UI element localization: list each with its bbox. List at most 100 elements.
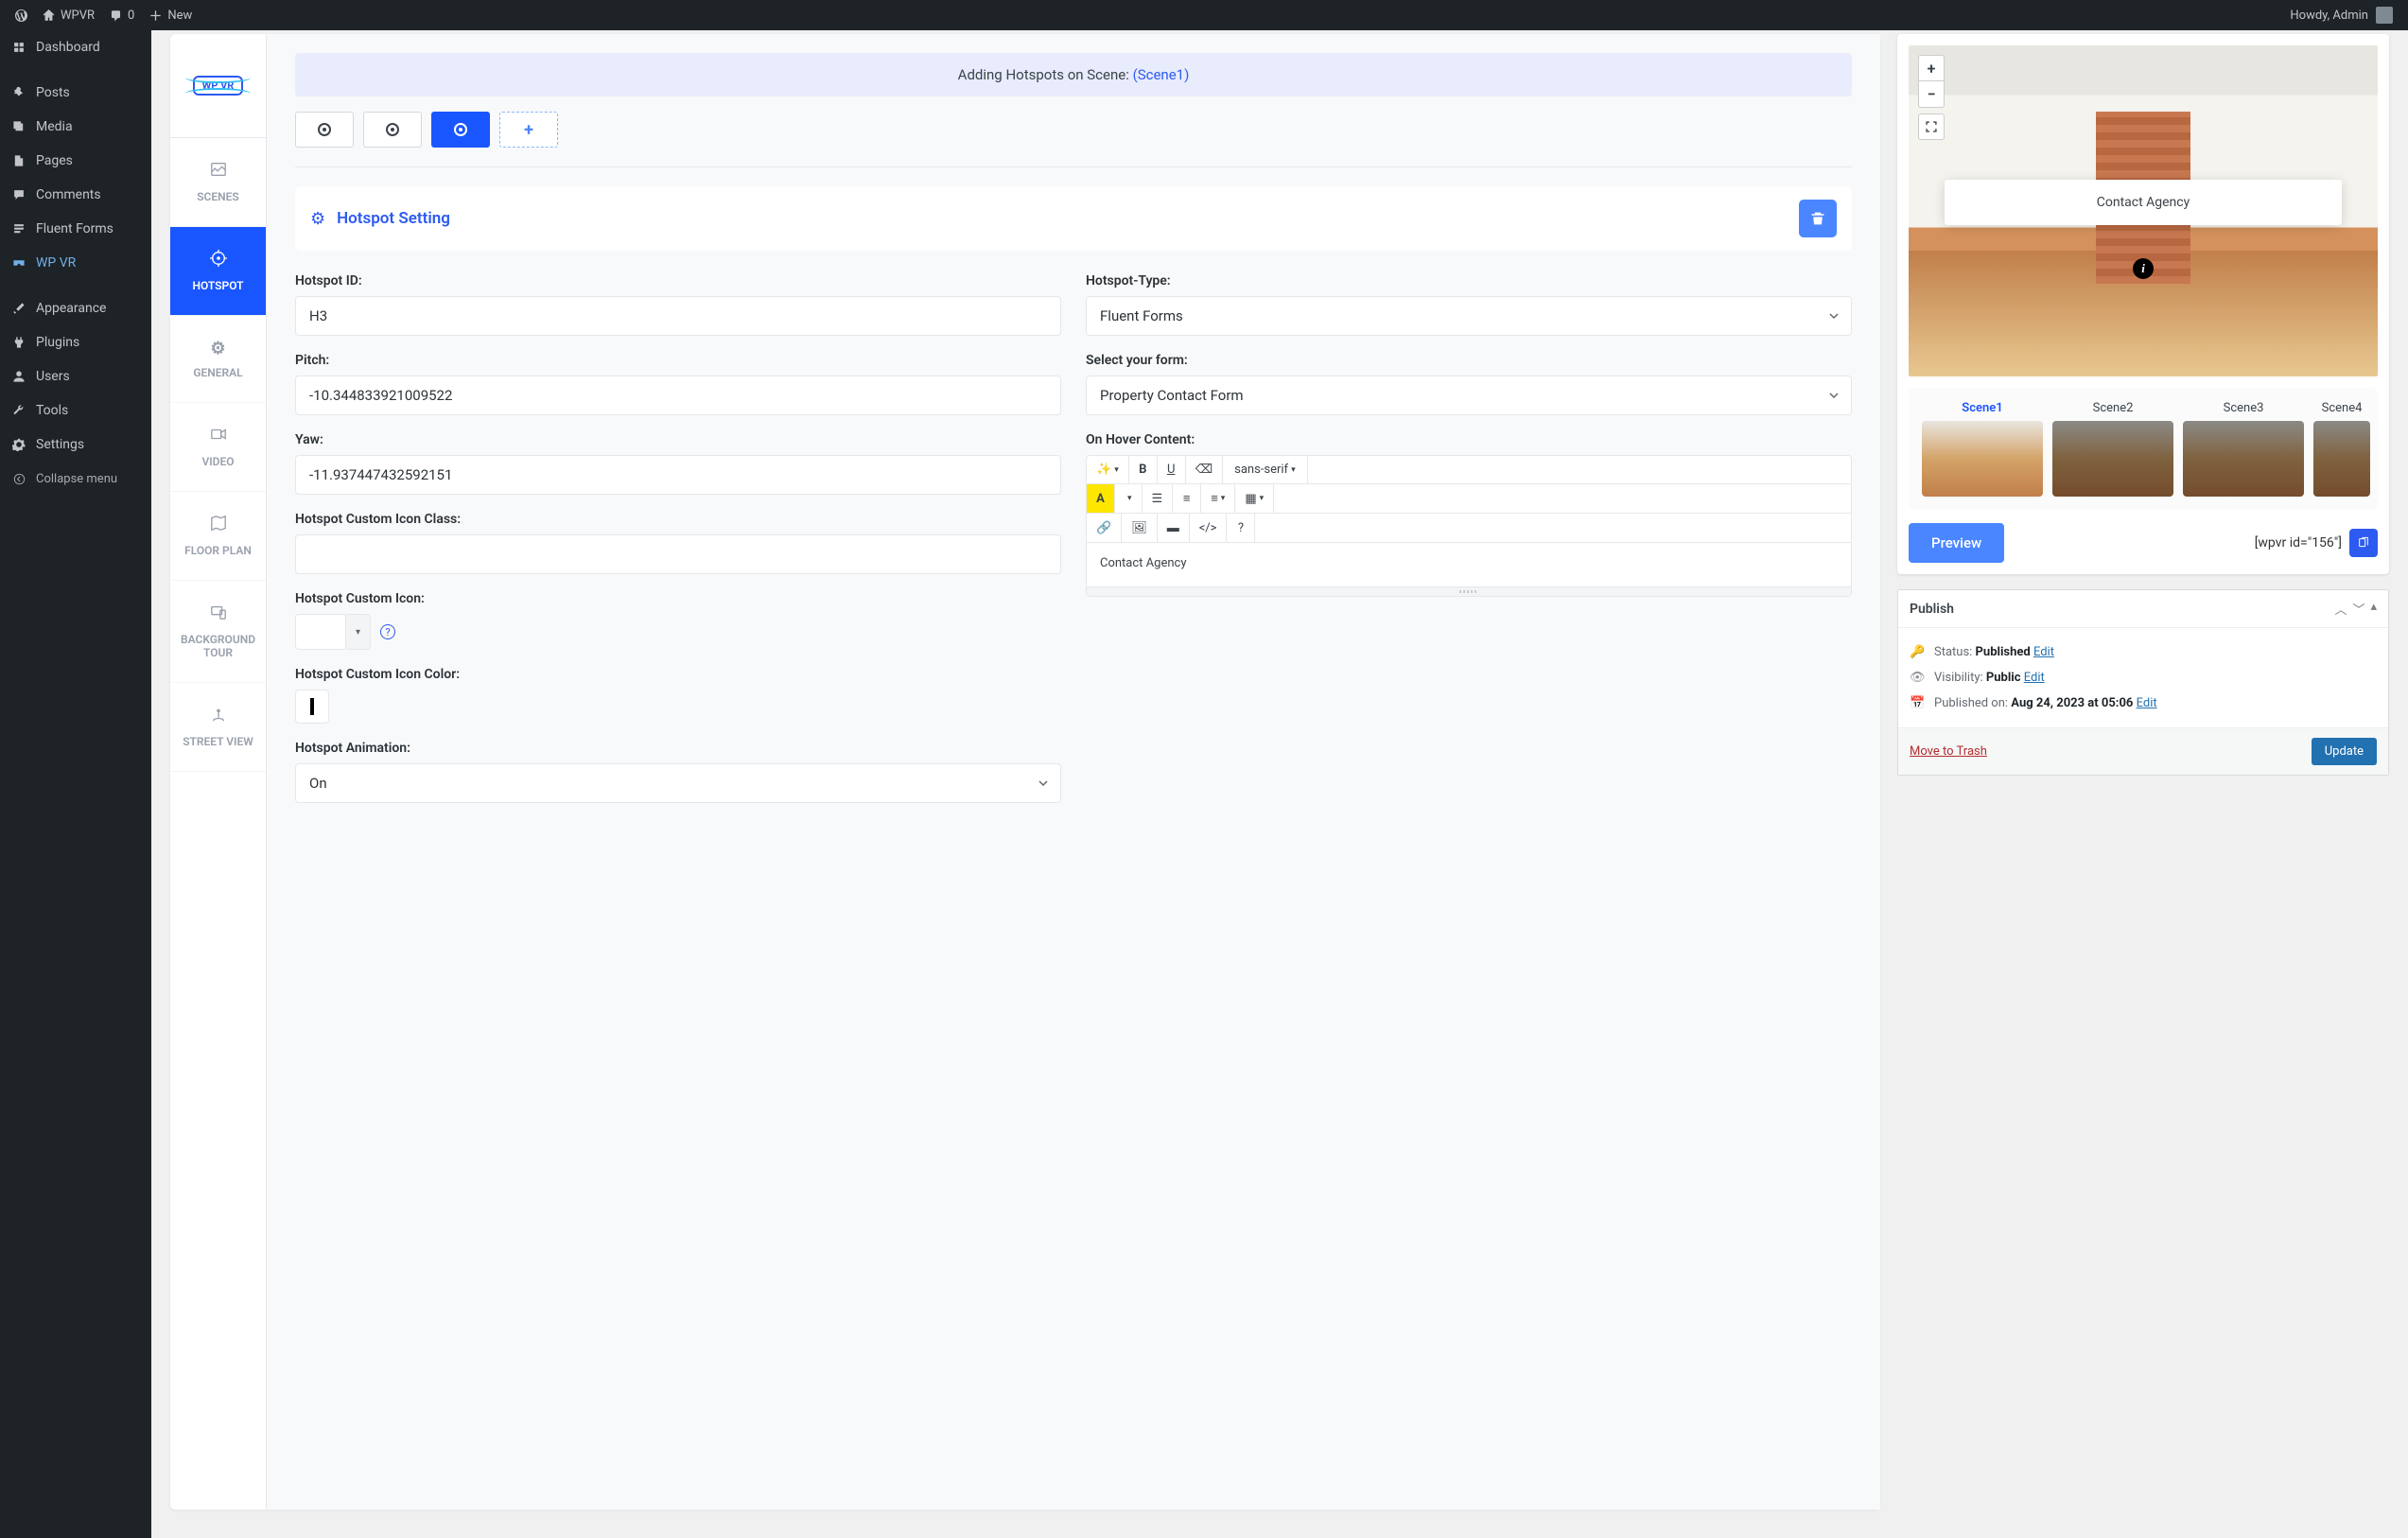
sidebar-item-appearance[interactable]: Appearance [0,291,151,325]
wp-logo-icon[interactable] [8,0,35,30]
user-icon [9,367,28,386]
preview-box: + − Contact Agency i Scene1 [1897,34,2389,574]
editor-link-button[interactable]: 🔗 [1087,514,1122,542]
vtab-video[interactable]: VIDEO [170,403,266,492]
vtab-hotspot[interactable]: HOTSPOT [170,227,266,316]
vr-icon [9,253,28,272]
editor-code-button[interactable]: </> [1190,514,1228,542]
update-button[interactable]: Update [2312,738,2377,765]
zoom-out-button[interactable]: − [1918,81,1945,108]
editor-help-button[interactable]: ? [1227,514,1255,542]
sidebar-item-dashboard[interactable]: Dashboard [0,30,151,64]
icon-class-input[interactable] [295,534,1061,574]
editor-content[interactable]: Contact Agency [1087,543,1851,586]
scene-tab-3[interactable]: Scene3 [2183,401,2304,497]
editor-table-button[interactable]: ▦ [1235,484,1274,513]
hotspot-tabs: + [295,112,1852,167]
map-icon [178,515,258,536]
dashboard-icon [9,38,28,57]
copy-shortcode-button[interactable] [2349,529,2378,557]
scene-thumbnail [1922,421,2043,497]
animation-select[interactable]: On [295,763,1061,803]
plugin-icon [9,333,28,352]
sidebar-item-settings[interactable]: Settings [0,428,151,462]
editor-highlight-dropdown[interactable] [1115,484,1143,513]
gear-icon: ⚙ [178,339,258,358]
edit-date-link[interactable]: Edit [2137,696,2157,710]
chevron-up-icon[interactable]: ︿ [2334,600,2347,618]
hotspot-tab-3[interactable] [431,112,490,148]
vtab-bgtour[interactable]: BACKGROUND TOUR [170,581,266,683]
scene-thumbnail [2052,421,2173,497]
hotspot-type-select[interactable]: Fluent Forms [1086,296,1852,336]
move-to-trash-link[interactable]: Move to Trash [1910,744,1987,759]
new-content-link[interactable]: New [142,0,200,30]
publish-title: Publish [1910,602,1954,617]
editor-erase-button[interactable]: ⌫ [1186,456,1223,483]
editor-bold-button[interactable]: B [1129,456,1158,483]
pitch-input[interactable] [295,376,1061,415]
form-select[interactable]: Property Contact Form [1086,376,1852,415]
sidebar-item-wpvr[interactable]: WP VR [0,246,151,280]
scene-tab-4[interactable]: Scene4 [2313,401,2370,497]
collapse-menu[interactable]: Collapse menu [0,462,151,496]
sidebar-item-tools[interactable]: Tools [0,393,151,428]
vtab-floorplan[interactable]: FLOOR PLAN [170,492,266,581]
delete-hotspot-button[interactable] [1799,200,1837,237]
icon-class-label: Hotspot Custom Icon Class: [295,512,1061,527]
sidebar-item-users[interactable]: Users [0,359,151,393]
custom-icon-label: Hotspot Custom Icon: [295,591,1061,606]
sidebar-item-media[interactable]: Media [0,110,151,144]
hotspot-id-input[interactable] [295,296,1061,336]
site-name-link[interactable]: WPVR [35,0,102,30]
icon-dropdown[interactable]: ▾ [346,614,371,650]
chevron-down-icon[interactable]: ﹀ [2352,600,2364,618]
caret-up-icon[interactable]: ▴ [2370,600,2377,618]
vtab-general[interactable]: ⚙ GENERAL [170,316,266,403]
editor-image-button[interactable]: 🖼 [1122,514,1158,542]
yaw-input[interactable] [295,455,1061,495]
edit-visibility-link[interactable]: Edit [2024,671,2045,685]
select-form-label: Select your form: [1086,353,1852,368]
fullscreen-button[interactable] [1918,114,1945,140]
howdy-text[interactable]: Howdy, Admin [2290,9,2368,23]
edit-status-link[interactable]: Edit [2033,645,2054,659]
hotspot-tab-2[interactable] [363,112,422,148]
vtab-streetview[interactable]: STREET VIEW [170,683,266,772]
comments-link[interactable]: 0 [102,0,142,30]
help-icon[interactable]: ? [380,624,395,639]
hotspot-marker[interactable]: i [2133,258,2154,279]
editor-underline-button[interactable]: U [1158,456,1186,483]
editor-highlight-button[interactable]: A [1087,484,1115,513]
panorama-preview[interactable]: + − Contact Agency i [1909,45,2378,376]
trash-icon [1810,211,1825,226]
sidebar-item-comments[interactable]: Comments [0,178,151,212]
vtab-scenes[interactable]: SCENES [170,138,266,227]
avatar[interactable] [2376,7,2393,24]
editor-align-button[interactable]: ≡ [1201,484,1235,513]
scene-tab-1[interactable]: Scene1 [1922,401,2043,497]
editor-ol-button[interactable]: ≡ [1173,484,1201,513]
editor-video-button[interactable]: ▬ [1158,514,1190,542]
publish-box: Publish ︿ ﹀ ▴ 🔑 Status: Published Edit 👁 [1897,589,2389,776]
sidebar-item-posts[interactable]: Posts [0,76,151,110]
editor-magic-button[interactable]: ✨ [1087,456,1129,483]
sidebar-item-pages[interactable]: Pages [0,144,151,178]
hotspot-tab-add[interactable]: + [499,112,558,148]
scene-link[interactable]: (Scene1) [1133,66,1190,83]
comments-count: 0 [128,9,134,23]
sidebar-item-plugins[interactable]: Plugins [0,325,151,359]
icon-preview[interactable] [295,614,346,650]
preview-button[interactable]: Preview [1909,523,2004,563]
media-icon [9,117,28,136]
sidebar-item-fluentforms[interactable]: Fluent Forms [0,212,151,246]
editor-resize-handle[interactable] [1087,586,1851,596]
hotspot-tab-1[interactable] [295,112,354,148]
editor-font-select[interactable]: sans-serif [1223,456,1307,483]
zoom-in-button[interactable]: + [1918,55,1945,81]
scene-tab-2[interactable]: Scene2 [2052,401,2173,497]
editor-ul-button[interactable]: ☰ [1143,484,1174,513]
scene-tabs: Scene1 Scene2 Scene3 Scene4 [1909,388,2378,510]
color-picker[interactable] [295,690,329,724]
plus-icon: + [524,120,533,140]
